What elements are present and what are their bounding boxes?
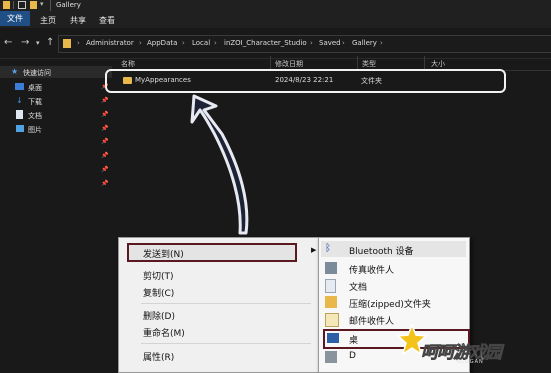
drive-icon — [325, 351, 337, 363]
folder-icon — [123, 77, 132, 84]
breadcrumb-administrator[interactable]: Administrator — [86, 39, 134, 47]
pin-icon[interactable]: 📌 — [101, 111, 108, 118]
tab-file[interactable]: 文件 — [0, 11, 30, 26]
watermark: 呵呵游戏园 SLOGAN — [395, 318, 551, 371]
properties-icon[interactable] — [18, 1, 26, 9]
menu-item-send-to[interactable]: 发送到(N) — [127, 243, 297, 262]
context-menu: 发送到(N) ▶ 剪切(T) 复制(C) 删除(D) 重命名(M) 属性(R) — [118, 237, 320, 373]
pin-icon[interactable]: 📌 — [101, 152, 108, 159]
download-icon: ↓ — [16, 96, 23, 105]
chevron-right-icon[interactable]: › — [182, 39, 185, 47]
menu-item-copy[interactable]: 复制(C) — [143, 286, 174, 299]
sidebar-item-downloads[interactable]: ↓ 下载 📌 — [0, 95, 112, 107]
breadcrumb-saved[interactable]: Saved — [319, 39, 341, 47]
menu-item-label: 发送到(N) — [143, 250, 184, 260]
menu-item-properties[interactable]: 属性(R) — [143, 350, 174, 363]
column-header-size[interactable]: 大小 — [431, 59, 445, 69]
tab-view[interactable]: 查看 — [95, 14, 119, 27]
watermark-slogan: SLOGAN — [457, 359, 484, 365]
breadcrumb-local[interactable]: Local — [192, 39, 210, 47]
menu-separator — [141, 303, 311, 304]
menu-item-delete[interactable]: 删除(D) — [143, 309, 175, 322]
pin-icon[interactable]: 📌 — [101, 138, 108, 145]
tab-share[interactable]: 共享 — [66, 14, 90, 27]
submenu-item-drive[interactable]: D — [349, 351, 356, 361]
pin-icon[interactable]: 📌 — [101, 180, 108, 187]
title-bar: ▾ Gallery — [0, 0, 551, 11]
desktop-icon — [327, 333, 339, 343]
address-bar[interactable]: › Administrator › AppData › Local › inZO… — [58, 35, 551, 53]
column-divider[interactable] — [270, 56, 271, 70]
back-arrow-icon[interactable]: ← — [4, 37, 12, 48]
ribbon-tabs: 文件 主页 共享 查看 — [0, 11, 551, 28]
quick-access-dropdown-icon[interactable]: ▾ — [40, 0, 44, 8]
chevron-right-icon[interactable]: › — [380, 39, 383, 47]
breadcrumb-gallery[interactable]: Gallery — [352, 39, 377, 47]
star-icon: ★ — [11, 67, 19, 76]
document-icon — [16, 110, 23, 119]
sidebar-item-label: 文档 — [28, 112, 42, 120]
submenu-item-bluetooth[interactable]: ᛒ Bluetooth 设备 — [321, 241, 466, 257]
window-title: Gallery — [56, 1, 81, 9]
menu-item-rename[interactable]: 重命名(M) — [143, 326, 185, 339]
sidebar-item-quick-access[interactable]: ★ 快速访问 — [0, 66, 112, 78]
tab-home[interactable]: 主页 — [36, 14, 60, 27]
sidebar-item-documents[interactable]: 文档 📌 — [0, 109, 112, 121]
mail-icon — [325, 313, 339, 327]
menu-item-cut[interactable]: 剪切(T) — [143, 269, 174, 282]
file-row[interactable]: MyAppearances 2024/8/23 22:21 文件夹 — [105, 69, 506, 93]
sidebar-item-label: 下载 — [28, 98, 42, 106]
submenu-item-documents[interactable]: 文档 — [349, 280, 367, 293]
chevron-right-icon[interactable]: › — [342, 39, 345, 47]
submenu-item-mail[interactable]: 邮件收件人 — [349, 314, 394, 327]
folder-icon — [3, 1, 10, 9]
breadcrumb-appdata[interactable]: AppData — [147, 39, 177, 47]
navigation-pane: ▾ ★ 快速访问 桌面 📌 ↓ 下载 📌 文档 📌 图片 📌 📌 📌 📌 📌 — [0, 59, 112, 371]
column-divider[interactable] — [424, 56, 425, 70]
column-header-name[interactable]: 名称 — [121, 59, 135, 69]
pin-icon[interactable]: 📌 — [101, 125, 108, 132]
pictures-icon — [16, 125, 24, 132]
navigation-bar: ← → ▾ ↑ › Administrator › AppData › Loca… — [0, 28, 551, 59]
divider — [50, 0, 51, 11]
submenu-arrow-icon: ▶ — [311, 246, 317, 254]
sidebar-item-pictures[interactable]: 图片 📌 — [0, 123, 112, 135]
sidebar-item-desktop[interactable]: 桌面 📌 — [0, 81, 112, 93]
file-type: 文件夹 — [361, 77, 382, 85]
submenu-item-zip[interactable]: 压缩(zipped)文件夹 — [349, 297, 431, 310]
sidebar-item-label: 桌面 — [28, 84, 42, 92]
file-name: MyAppearances — [135, 76, 191, 84]
desktop-icon — [15, 83, 24, 90]
folder-icon — [63, 39, 71, 48]
sidebar-item-label: 快速访问 — [23, 69, 51, 77]
annotation-arrow-icon — [190, 94, 249, 235]
forward-arrow-icon[interactable]: → — [21, 37, 29, 48]
divider — [13, 1, 14, 9]
column-header-type[interactable]: 类型 — [362, 59, 376, 69]
breadcrumb-inzoi-character-studio[interactable]: inZOI_Character_Studio — [224, 39, 307, 47]
sidebar-item-label: 图片 — [28, 126, 42, 134]
column-divider[interactable] — [357, 56, 358, 70]
submenu-item-label: 桌 — [349, 336, 359, 346]
menu-separator — [141, 343, 311, 344]
chevron-right-icon[interactable]: › — [77, 39, 80, 47]
chevron-right-icon[interactable]: › — [310, 39, 313, 47]
pin-icon[interactable]: 📌 — [101, 97, 108, 104]
document-icon — [325, 279, 336, 293]
file-date: 2024/8/23 22:21 — [275, 76, 334, 84]
new-folder-icon[interactable] — [30, 1, 37, 9]
pin-icon[interactable]: 📌 — [101, 166, 108, 173]
submenu-item-label: Bluetooth 设备 — [349, 247, 414, 257]
recent-locations-icon[interactable]: ▾ — [36, 39, 40, 47]
fax-icon — [325, 262, 337, 274]
zip-folder-icon — [325, 296, 337, 308]
bluetooth-icon: ᛒ — [325, 243, 331, 254]
chevron-right-icon[interactable]: › — [214, 39, 217, 47]
up-arrow-icon[interactable]: ↑ — [46, 37, 54, 48]
chevron-right-icon[interactable]: › — [139, 39, 142, 47]
column-header-date[interactable]: 修改日期 — [275, 59, 303, 69]
submenu-item-fax[interactable]: 传真收件人 — [349, 263, 394, 276]
